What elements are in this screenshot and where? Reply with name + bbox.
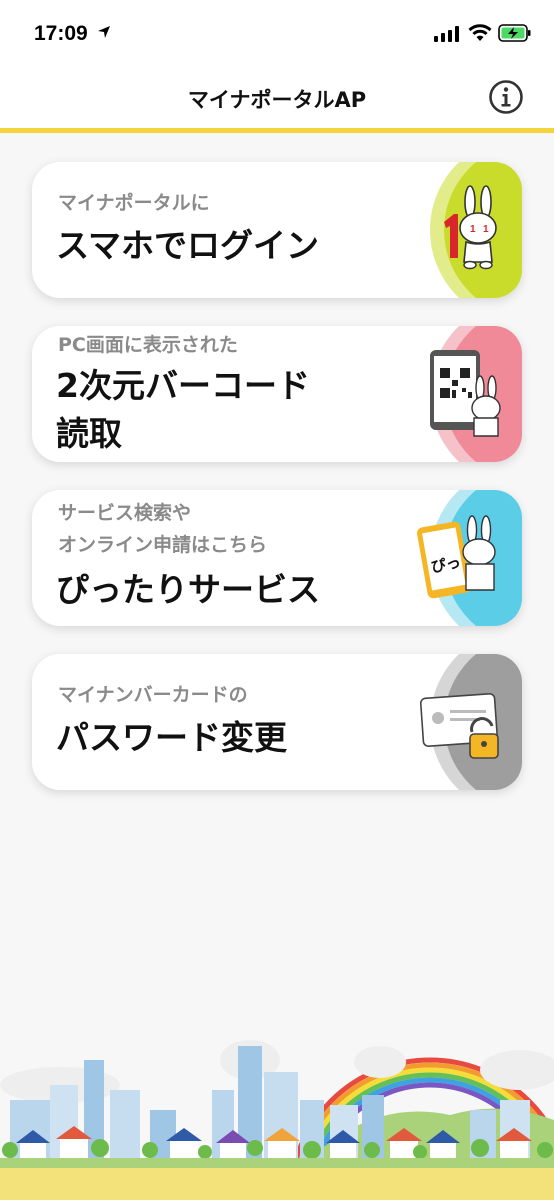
- pittari-service-button[interactable]: サービス検索や オンライン申請はこちら ぴったりサービス ぴっ: [32, 490, 522, 626]
- rabbit-login-icon: 1 1: [430, 162, 522, 298]
- card-title-line1: 2次元バーコード: [56, 366, 310, 405]
- card-subtitle-line1: サービス検索や: [58, 502, 192, 524]
- status-time: 17:09: [34, 22, 88, 45]
- status-bar: 17:09: [0, 0, 554, 66]
- card-lock-icon: [419, 654, 522, 790]
- qr-code-scan-button[interactable]: PC画面に表示された 2次元バーコード 読取: [32, 326, 522, 462]
- nav-bar: マイナポータルAP: [0, 66, 554, 128]
- card-title-line2: 読取: [56, 414, 122, 453]
- smartphone-login-button[interactable]: マイナポータルに スマホでログイン 1 1: [32, 162, 522, 298]
- card-title: パスワード変更: [56, 718, 287, 757]
- qr-scan-icon: [430, 326, 522, 462]
- svg-text:1: 1: [483, 224, 489, 235]
- wifi-icon: [468, 24, 492, 41]
- card-subtitle: マイナポータルに: [58, 192, 210, 214]
- card-title: スマホでログイン: [56, 226, 320, 265]
- location-arrow-icon: [98, 26, 110, 38]
- pittari-service-icon: ぴっ: [417, 490, 522, 626]
- svg-text:1: 1: [470, 224, 476, 235]
- page-title: マイナポータルAP: [187, 88, 367, 112]
- card-subtitle-line2: オンライン申請はこちら: [58, 534, 268, 556]
- battery-charging-icon: [498, 24, 531, 42]
- password-change-button[interactable]: マイナンバーカードの パスワード変更: [32, 654, 522, 790]
- cityscape-illustration: [0, 1040, 554, 1200]
- card-subtitle: マイナンバーカードの: [58, 684, 248, 706]
- signal-icon: [434, 26, 459, 42]
- card-title: ぴったりサービス: [56, 570, 320, 609]
- card-subtitle: PC画面に表示された: [58, 334, 238, 356]
- info-icon[interactable]: [488, 79, 524, 115]
- nav-underline: [0, 128, 554, 133]
